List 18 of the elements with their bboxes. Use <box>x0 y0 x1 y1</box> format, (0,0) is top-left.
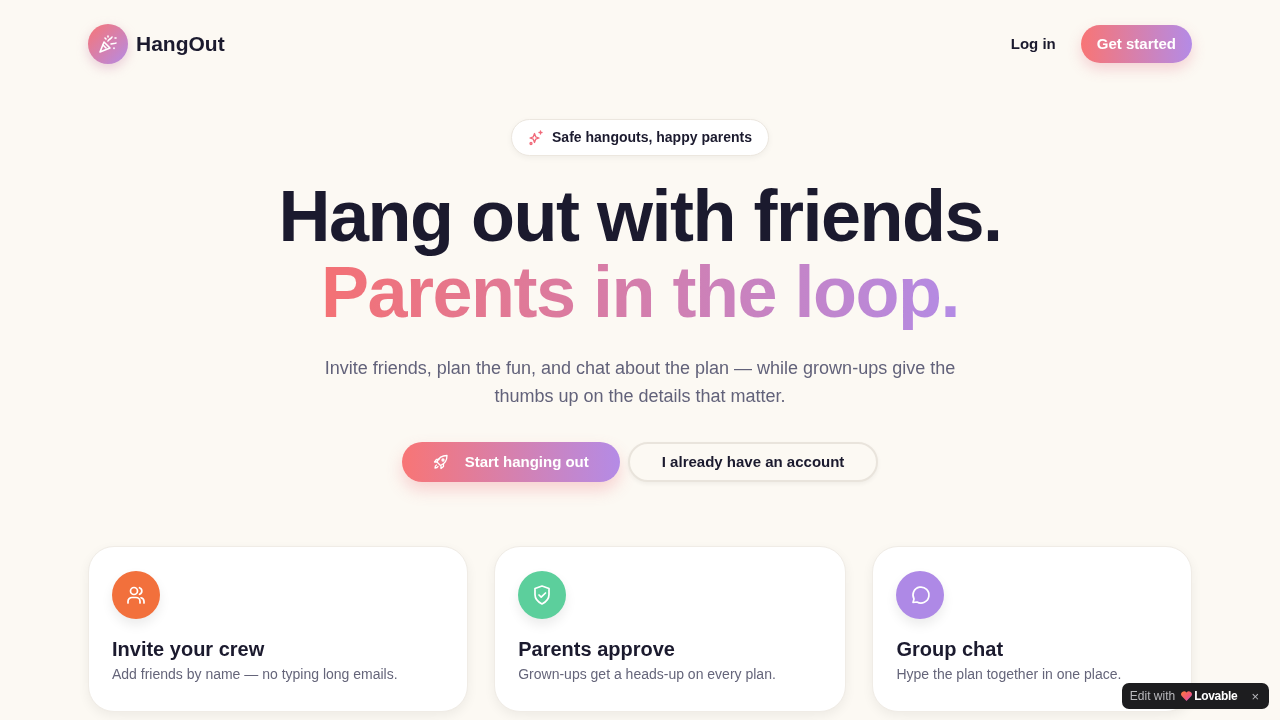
feature-title: Parents approve <box>518 637 676 661</box>
sparkle-icon <box>528 129 545 146</box>
rocket-icon <box>432 454 449 470</box>
feature-description: Grown-ups get a heads-up on every plan. <box>518 665 777 684</box>
party-popper-icon <box>88 24 128 64</box>
login-link[interactable]: Log in <box>1010 32 1056 56</box>
feature-title: Invite your crew <box>112 637 266 661</box>
headline: Hang out with friends. <box>277 178 1003 254</box>
feature-title: Group chat <box>896 637 1005 661</box>
close-button[interactable]: × <box>1251 689 1259 703</box>
hero-description: Invite friends, plan the fun, and chat about the plan — while grown-ups give the thumbs up on the details that matter. <box>323 357 957 408</box>
tagline-badge: Safe hangouts, happy parents <box>511 119 769 156</box>
heart-icon <box>1181 691 1193 701</box>
feature-description: Add friends by name — no typing long emails. <box>112 665 399 684</box>
brand-name: HangOut <box>136 31 225 58</box>
existing-account-button[interactable]: I already have an account <box>627 442 879 482</box>
edit-with-badge[interactable]: Edit with Lovable × <box>1121 683 1269 709</box>
feature-description: Hype the plan together in one place. <box>896 665 1123 684</box>
